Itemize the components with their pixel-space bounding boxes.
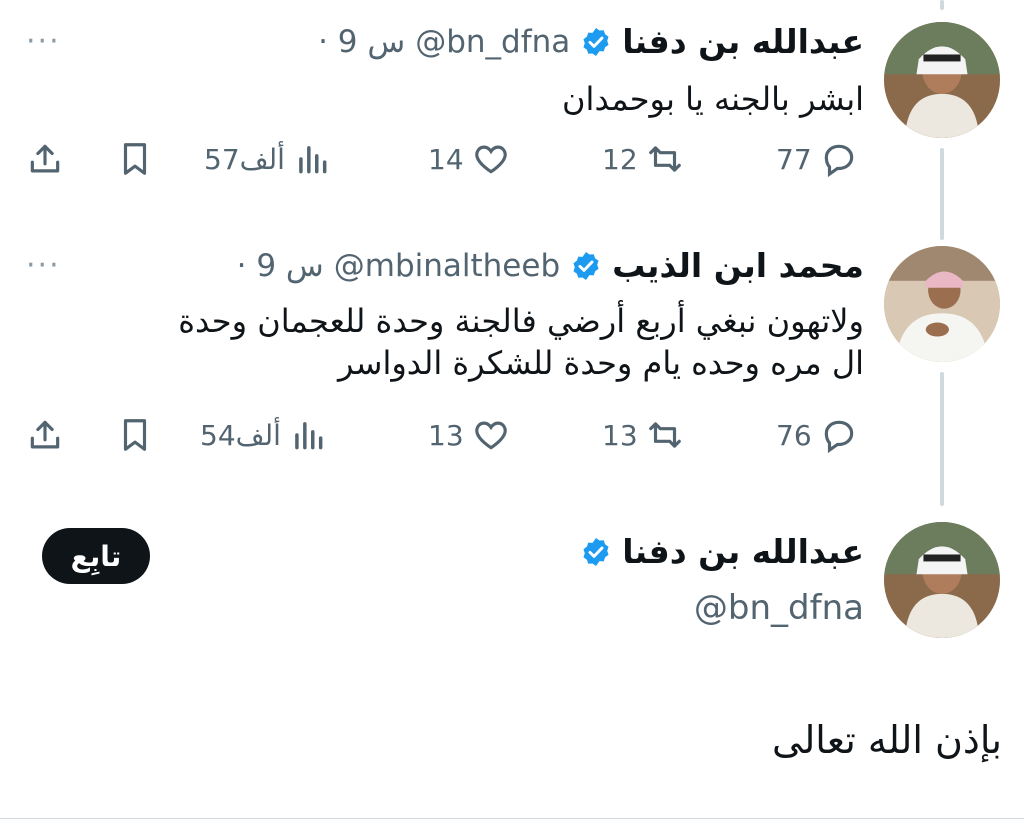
tweet-header: محمد ابن الذيب @mbinaltheeb · 9 س [237,246,864,285]
more-options-icon[interactable]: ··· [26,24,61,59]
views-count: 54ألف [200,418,281,452]
display-name[interactable]: محمد ابن الذيب [612,246,864,285]
verified-badge-icon [580,26,612,58]
tweet-text-line: ال مره وحده يام وحدة للشكرة الدواسر [337,344,864,382]
reply-button[interactable]: 76 [776,416,858,454]
display-name[interactable]: عبدالله بن دفنا [622,532,864,571]
tweet-actions: 77 12 14 57ألف [0,140,1024,184]
share-icon [30,144,60,173]
avatar[interactable] [884,246,1000,362]
user-handle[interactable]: @mbinaltheeb [334,248,560,284]
verified-badge-icon [580,536,612,568]
user-handle[interactable]: @bn_dfna [415,24,570,60]
share-button[interactable] [26,416,64,454]
heart-icon [474,145,507,174]
timestamp[interactable]: · 9 س [237,248,324,284]
tweet-text-line: ولاتهون نبغي أربع أرضي فالجنة وحدة للعجم… [178,302,864,340]
avatar-image [884,522,1000,638]
display-name[interactable]: عبدالله بن دفنا [622,22,864,61]
user-handle[interactable]: @bn_dfna [694,588,864,628]
retweet-count: 13 [602,418,638,452]
like-button[interactable]: 14 [428,140,510,178]
retweet-icon [648,422,681,448]
avatar-image [884,22,1000,138]
like-button[interactable]: 13 [428,416,510,454]
main-tweet-text: بإذن الله تعالى [772,718,1002,762]
like-count: 13 [428,418,464,452]
avatar[interactable] [884,22,1000,138]
tweet-text: ابشر بالجنه يا بوحمدان [562,78,864,120]
reply-count: 76 [776,418,812,452]
like-count: 14 [428,142,464,176]
avatar-image [884,246,1000,362]
avatar[interactable] [884,522,1000,638]
bookmark-icon [123,419,147,451]
retweet-button[interactable]: 13 [602,416,684,454]
reply-icon [824,144,853,178]
views-count: 57ألف [204,142,285,176]
follow-button[interactable]: تابِع [42,528,150,584]
reply-icon [824,420,853,454]
retweet-icon [648,146,681,172]
divider [0,818,1024,819]
heart-icon [474,421,507,450]
analytics-icon [299,146,327,174]
tweet-header: عبدالله بن دفنا @bn_dfna · 9 س [318,22,864,61]
timestamp[interactable]: · 9 س [318,24,405,60]
share-icon [30,420,60,449]
tweet-text-line: ابشر بالجنه يا بوحمدان [562,80,864,118]
bookmark-icon [123,143,147,175]
verified-badge-icon [570,250,602,282]
share-button[interactable] [26,140,64,178]
main-tweet-header: عبدالله بن دفنا [580,532,864,571]
views-button[interactable]: 54ألف [200,416,327,454]
retweet-count: 12 [602,142,638,176]
retweet-button[interactable]: 12 [602,140,684,178]
reply-button[interactable]: 77 [776,140,858,178]
tweet-text: ولاتهون نبغي أربع أرضي فالجنة وحدة للعجم… [178,300,864,384]
tweet-actions: 76 13 13 54ألف [0,416,1024,460]
more-options-icon[interactable]: ··· [26,248,61,283]
reply-count: 77 [776,142,812,176]
analytics-icon [295,422,323,450]
thread-line-top [940,0,944,10]
bookmark-button[interactable] [116,140,154,178]
views-button[interactable]: 57ألف [204,140,331,178]
bookmark-button[interactable] [116,416,154,454]
